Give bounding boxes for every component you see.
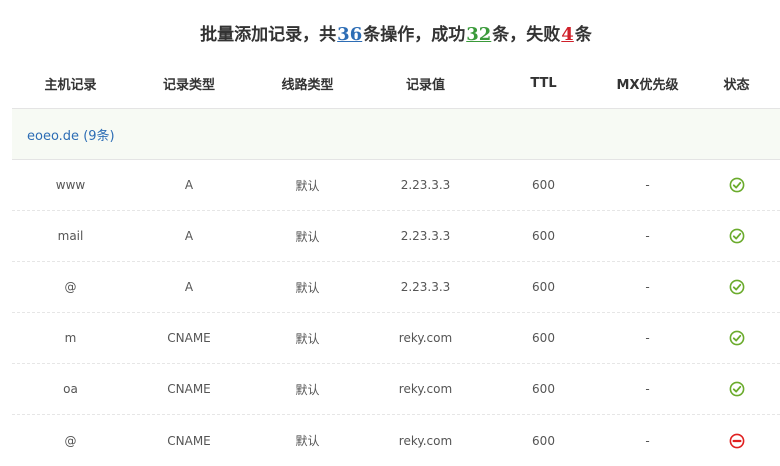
cell-status (693, 228, 780, 244)
column-header-type: 记录类型 (162, 77, 215, 93)
table-row: oa CNAME 默认 reky.com 600 - (12, 364, 780, 415)
cell-ttl: 600 (532, 178, 555, 192)
summary-success-count: 32 (466, 24, 492, 45)
cell-status (693, 381, 780, 397)
records-table: 主机记录 记录类型 线路类型 记录值 TTL MX优先级 状态 eoeo.de … (12, 58, 780, 466)
domain-group-label[interactable]: eoeo.de (9条) (27, 125, 115, 144)
cell-line: 默认 (295, 178, 320, 193)
cell-host: oa (63, 382, 78, 396)
cell-type: A (184, 178, 194, 192)
cell-mx: - (645, 433, 650, 448)
check-circle-icon (729, 279, 744, 295)
cell-value: 2.23.3.3 (400, 178, 451, 192)
cell-ttl: 600 (532, 229, 555, 243)
cell-type: CNAME (167, 382, 211, 396)
cell-mx: - (645, 229, 650, 243)
summary-failed-count: 4 (561, 24, 574, 45)
cell-ttl: 600 (532, 433, 555, 448)
cell-line: 默认 (295, 382, 320, 397)
cell-type: A (184, 229, 194, 243)
cell-ttl: 600 (532, 382, 555, 396)
cell-host: mail (57, 229, 84, 243)
summary-prefix: 批量添加记录，共 (200, 25, 337, 45)
table-row: m CNAME 默认 reky.com 600 - (12, 313, 780, 364)
cell-status (693, 177, 780, 193)
cell-mx: - (645, 178, 650, 192)
cell-line: 默认 (295, 280, 320, 295)
cell-mx: - (645, 331, 650, 345)
table-row: mail A 默认 2.23.3.3 600 - (12, 211, 780, 262)
cell-host: @ (64, 433, 77, 448)
check-circle-icon (729, 381, 744, 397)
column-header-host: 主机记录 (44, 77, 97, 93)
cell-status (693, 433, 780, 449)
domain-group-row: eoeo.de (9条) (12, 109, 780, 160)
table-header: 主机记录 记录类型 线路类型 记录值 TTL MX优先级 状态 (12, 58, 780, 109)
column-header-status: 状态 (723, 77, 750, 93)
summary-mid-2: 条，失败 (492, 25, 561, 45)
cell-line: 默认 (295, 229, 320, 244)
cell-mx: - (645, 280, 650, 294)
batch-result-summary: 批量添加记录，共36条操作，成功32条，失败4条 (0, 20, 780, 50)
table-row: @ CNAME 默认 reky.com 600 - (12, 415, 780, 466)
cell-value: reky.com (398, 382, 453, 396)
cell-value: 2.23.3.3 (400, 280, 451, 294)
cell-host: @ (64, 280, 77, 294)
summary-mid-1: 条操作，成功 (363, 25, 466, 45)
cell-mx: - (645, 382, 650, 396)
cell-value: reky.com (398, 331, 453, 345)
summary-total-count: 36 (337, 24, 363, 45)
cell-status (693, 330, 780, 346)
cell-value: 2.23.3.3 (400, 229, 451, 243)
column-header-mx: MX优先级 (616, 77, 679, 93)
table-row: www A 默认 2.23.3.3 600 - (12, 160, 780, 211)
cell-host: www (55, 178, 86, 192)
cell-type: A (184, 280, 194, 294)
cell-type: CNAME (167, 331, 211, 345)
cell-value: reky.com (398, 433, 453, 448)
column-header-line: 线路类型 (281, 77, 334, 93)
check-circle-icon (729, 330, 744, 346)
column-header-value: 记录值 (405, 77, 445, 93)
cell-host: m (64, 331, 77, 345)
cell-ttl: 600 (532, 280, 555, 294)
minus-circle-icon (729, 433, 744, 448)
cell-type: CNAME (167, 433, 211, 448)
check-circle-icon (729, 177, 744, 193)
cell-status (693, 279, 780, 295)
table-body: www A 默认 2.23.3.3 600 - mail A 默认 2.23.3.3 600 - @ A 默… (12, 160, 780, 466)
cell-ttl: 600 (532, 331, 555, 345)
cell-line: 默认 (295, 434, 320, 448)
table-row: @ A 默认 2.23.3.3 600 - (12, 262, 780, 313)
cell-line: 默认 (295, 331, 320, 346)
summary-suffix: 条 (574, 25, 592, 45)
column-header-ttl: TTL (530, 75, 557, 91)
check-circle-icon (729, 228, 744, 244)
